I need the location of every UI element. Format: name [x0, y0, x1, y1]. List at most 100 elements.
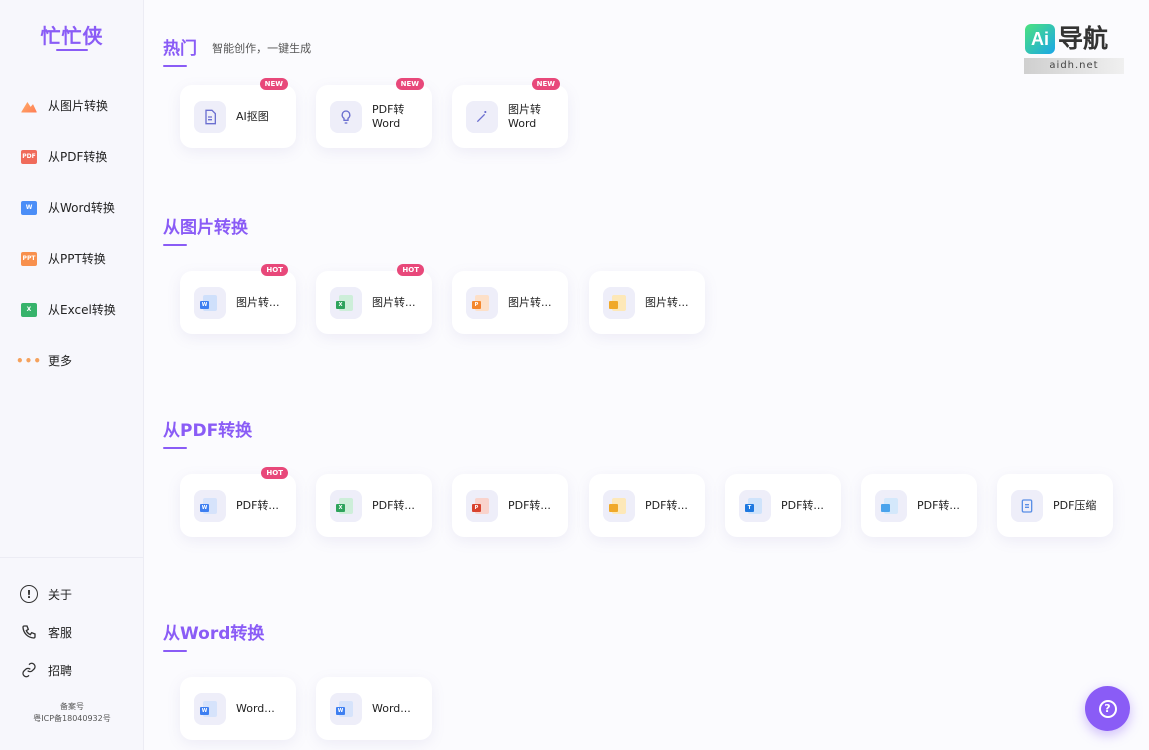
card-label: PDF转...	[372, 498, 415, 512]
sidebar-item-label: 从图片转换	[48, 99, 109, 113]
card-label: Word...	[236, 701, 275, 715]
sidebar: 忙忙侠 从图片转换 PDF 从PDF转换 W 从Word转换 PPT 从PPT转…	[0, 0, 144, 750]
sidebar-footer: ! 关于 客服 招聘	[0, 575, 144, 689]
careers-link[interactable]: 招聘	[0, 651, 144, 689]
pdf-ppt-icon: P	[466, 489, 498, 522]
pdf-image-icon	[603, 489, 635, 522]
logo-ai-mark: Ai	[1025, 24, 1055, 54]
customer-service-link[interactable]: 客服	[0, 613, 144, 651]
aidh-logo[interactable]: Ai 导航 aidh.net	[1024, 24, 1124, 74]
new-badge: NEW	[531, 78, 560, 90]
image-ppt-icon: P	[466, 286, 498, 319]
card-label: Word...	[372, 701, 411, 715]
hot-badge: HOT	[397, 264, 424, 276]
section-hot: 热门 智能创作，一键生成	[163, 34, 311, 67]
card-label: 图片转...	[236, 295, 280, 309]
tool-card-ai-cutout[interactable]: NEW AI抠图	[180, 78, 296, 148]
compress-icon	[1011, 489, 1043, 522]
card-label: PDF转...	[781, 498, 824, 512]
sidebar-item-pdf[interactable]: PDF 从PDF转换	[0, 131, 144, 182]
document-icon	[194, 100, 226, 133]
sidebar-item-ppt[interactable]: PPT 从PPT转换	[0, 233, 144, 284]
sidebar-item-excel[interactable]: X 从Excel转换	[0, 284, 144, 335]
magic-wand-icon	[466, 100, 498, 133]
logo-text: 导航	[1058, 24, 1109, 53]
tool-card-word-to-pdf[interactable]: W Word...	[180, 677, 296, 740]
tool-card-pdf-to-word[interactable]: HOT W PDF转...	[180, 467, 296, 537]
section-title: 从图片转换	[163, 218, 248, 238]
card-label: 图片转...	[508, 295, 552, 309]
word-icon: W	[21, 200, 37, 215]
card-label: PDF转...	[508, 498, 551, 512]
tool-card-pdf-to-html[interactable]: PDF转...	[861, 474, 977, 537]
image-pdf-icon	[603, 286, 635, 319]
ppt-icon: PPT	[21, 251, 37, 266]
card-label: AI抠图	[236, 109, 269, 123]
lightbulb-icon	[330, 100, 362, 133]
card-label: PDF转...	[917, 498, 960, 512]
image-icon	[21, 102, 37, 113]
tool-card-pdf-to-ppt[interactable]: P PDF转...	[452, 474, 568, 537]
tool-card-image-to-pdf[interactable]: 图片转...	[589, 271, 705, 334]
tool-card-pdf-to-word[interactable]: NEW PDF转Word	[316, 78, 432, 148]
card-label: PDF压缩	[1053, 498, 1097, 512]
footer-label: 客服	[48, 625, 73, 640]
sidebar-divider	[0, 557, 144, 558]
section-title: 从PDF转换	[163, 421, 253, 441]
section-from-pdf: 从PDF转换	[163, 416, 252, 449]
tool-card-image-to-ppt[interactable]: P 图片转...	[452, 271, 568, 334]
tool-card-pdf-to-excel[interactable]: X PDF转...	[316, 474, 432, 537]
hot-badge: HOT	[261, 467, 288, 479]
sidebar-item-word[interactable]: W 从Word转换	[0, 182, 144, 233]
section-title: 热门	[163, 39, 197, 59]
footer-label: 招聘	[48, 663, 73, 678]
tool-card-pdf-to-image[interactable]: PDF转...	[589, 474, 705, 537]
sidebar-item-image[interactable]: 从图片转换	[0, 80, 144, 131]
pdf-html-icon	[875, 489, 907, 522]
icp-label: 备案号	[60, 702, 84, 711]
hot-badge: HOT	[261, 264, 288, 276]
section-underline	[163, 650, 187, 652]
sidebar-nav: 从图片转换 PDF 从PDF转换 W 从Word转换 PPT 从PPT转换 X …	[0, 80, 144, 386]
section-underline	[163, 447, 187, 449]
section-from-word: 从Word转换	[163, 619, 264, 652]
logo-url: aidh.net	[1024, 58, 1124, 74]
tool-card-image-to-excel[interactable]: HOT X 图片转...	[316, 264, 432, 334]
section-subtitle: 智能创作，一键生成	[212, 42, 312, 55]
tool-card-word-to-image[interactable]: W Word...	[316, 677, 432, 740]
brand-logo[interactable]: 忙忙侠	[0, 20, 144, 49]
word-pdf-icon: W	[194, 692, 226, 725]
section-from-image: 从图片转换	[163, 213, 248, 246]
about-link[interactable]: ! 关于	[0, 575, 144, 613]
new-badge: NEW	[395, 78, 424, 90]
tool-card-pdf-compress[interactable]: PDF压缩	[997, 474, 1113, 537]
sidebar-item-more[interactable]: ••• 更多	[0, 335, 144, 386]
pdf-word-icon: W	[194, 489, 226, 522]
icp-number[interactable]: 粤ICP备18040932号	[0, 713, 144, 725]
tool-card-image-to-word[interactable]: HOT W 图片转...	[180, 264, 296, 334]
new-badge: NEW	[259, 78, 288, 90]
sidebar-item-label: 从Excel转换	[48, 303, 116, 317]
pdf-excel-icon: X	[330, 489, 362, 522]
excel-icon: X	[21, 302, 37, 317]
image-word-icon: W	[194, 286, 226, 319]
sidebar-item-label: 从PDF转换	[48, 150, 108, 164]
sidebar-item-label: 从PPT转换	[48, 252, 106, 266]
help-button[interactable]: ?	[1085, 686, 1130, 731]
word-image-icon: W	[330, 692, 362, 725]
section-underline	[163, 65, 187, 67]
tool-card-image-to-word[interactable]: NEW 图片转Word	[452, 78, 568, 148]
pdf-icon: PDF	[21, 149, 37, 164]
info-icon: !	[20, 585, 38, 603]
footer-label: 关于	[48, 587, 73, 602]
card-label: 图片转...	[372, 295, 416, 309]
image-excel-icon: X	[330, 286, 362, 319]
brand-underline	[56, 49, 88, 51]
card-label: PDF转...	[645, 498, 688, 512]
tool-card-pdf-to-txt[interactable]: T PDF转...	[725, 474, 841, 537]
card-label: 图片转Word	[508, 102, 541, 130]
sidebar-item-label: 从Word转换	[48, 201, 115, 215]
pdf-txt-icon: T	[739, 489, 771, 522]
question-icon: ?	[1098, 699, 1117, 718]
phone-icon	[20, 623, 38, 641]
